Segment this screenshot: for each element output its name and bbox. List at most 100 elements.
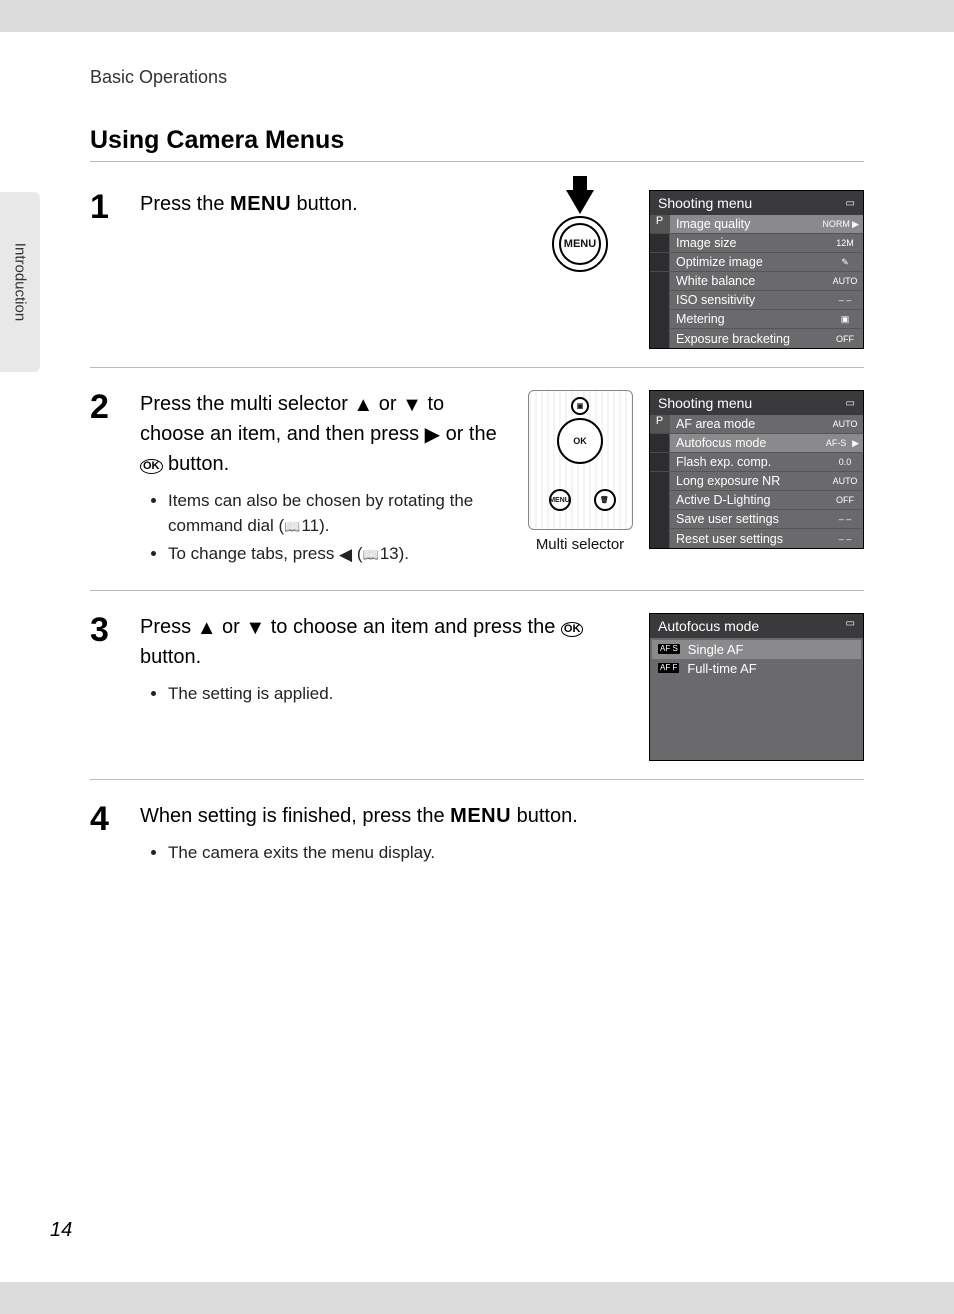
menu-button-illustration: MENU (525, 190, 635, 272)
multi-selector-icon: ▣ OK MENU 🗑 (528, 390, 633, 530)
step-2: 2 Press the multi selector ▲ or ▼ to cho… (90, 390, 864, 591)
menu-word: MENU (230, 193, 291, 215)
step-number: 1 (90, 190, 122, 224)
menu-row: AF area mode AUTO (670, 415, 863, 434)
menu-row-label: White balance (676, 274, 755, 288)
step-4-notes: The camera exits the menu display. (140, 841, 864, 866)
breadcrumb: Basic Operations (90, 67, 864, 88)
menu-tab-p: P (650, 415, 669, 434)
step-2-notes: Items can also be chosen by rotating the… (140, 489, 507, 568)
left-triangle-icon: ◀ (339, 543, 352, 568)
menu-items: AF area modeAUTOAutofocus modeAF-S▶Flash… (670, 415, 863, 548)
menu-row-value: NORM (822, 219, 850, 229)
menu-items: Image qualityNORM▶Image size12MOptimize … (670, 215, 863, 348)
side-tab-label: Introduction (12, 243, 29, 321)
menu-row-label: Optimize image (676, 255, 763, 269)
menu-row: Optimize image ✎ (670, 253, 863, 272)
step-3: 3 Press ▲ or ▼ to choose an item and pre… (90, 613, 864, 780)
shooting-menu-screenshot-1: Shooting menu ▭ P Image qualityNORM▶Imag… (649, 190, 864, 349)
shooting-menu-screenshot-2: Shooting menu ▭ P AF area mode AUTO Autofo… (649, 390, 864, 549)
step-number: 2 (90, 390, 122, 424)
step-body: Press the multi selector ▲ or ▼ to choos… (140, 390, 507, 572)
step-2-figures: ▣ OK MENU 🗑 Multi selector Shooting menu… (525, 390, 864, 553)
menu-row: Image size12M (670, 234, 863, 253)
menu-row: Flash exp. comp.0.0 (670, 453, 863, 472)
menu-row-value: AUTO (831, 419, 859, 429)
note-item: The camera exits the menu display. (168, 841, 864, 866)
menu-word: MENU (450, 805, 511, 827)
menu-row-value: AF-S (822, 438, 850, 448)
menu-row-label: Flash exp. comp. (676, 455, 771, 469)
menu-small-icon: MENU (549, 489, 571, 511)
menu-row-label: Image size (676, 236, 736, 250)
menu-row-value: – – (831, 514, 859, 524)
menu-row-value: OFF (831, 334, 859, 344)
menu-row-value: – – (831, 534, 859, 544)
menu-tabs: P (650, 215, 670, 348)
menu-row: Long exposure NRAUTO (670, 472, 863, 491)
menu-row: Reset user settings – – (670, 529, 863, 548)
ok-button-icon: OK (561, 622, 584, 637)
ok-button-icon: OK (140, 459, 163, 474)
step-3-figures: Autofocus mode ▭ AF SSingle AFAF FFull-t… (649, 613, 864, 761)
menu-row: ISO sensitivity – – (670, 291, 863, 310)
menu-row-value: OFF (831, 495, 859, 505)
menu-row-value: AUTO (831, 476, 859, 486)
menu-row: Autofocus modeAF-S▶ (670, 434, 863, 453)
menu-row: Metering▣ (670, 310, 863, 329)
menu-row-value: – – (831, 295, 859, 305)
battery-icon: ▭ (846, 398, 855, 409)
multi-selector-caption: Multi selector (525, 536, 635, 553)
menu-row-label: Image quality (676, 217, 750, 231)
menu-row-label: Exposure bracketing (676, 332, 790, 346)
book-ref-icon (284, 516, 301, 535)
step-3-notes: The setting is applied. (140, 682, 631, 707)
note-item: To change tabs, press ◀ (13). (168, 542, 507, 568)
right-arrow-icon: ▶ (850, 219, 859, 230)
menu-title: Shooting menu ▭ (650, 191, 863, 215)
battery-icon: ▭ (846, 198, 855, 209)
display-button-icon: ▣ (571, 397, 589, 415)
menu-row-value: ✎ (831, 257, 859, 268)
up-triangle-icon: ▲ (197, 614, 217, 643)
menu-title: Shooting menu ▭ (650, 391, 863, 415)
step-3-text: Press ▲ or ▼ to choose an item and press… (140, 613, 631, 672)
menu-row-label: Reset user settings (676, 532, 783, 546)
menu-row-label: Single AF (688, 642, 744, 657)
menu-row-label: ISO sensitivity (676, 293, 755, 307)
menu-row: AF FFull-time AF (652, 659, 861, 678)
step-1-figures: MENU Shooting menu ▭ P Image quality NORM… (525, 190, 864, 349)
step-4: 4 When setting is finished, press the ME… (90, 802, 864, 888)
af-mode-icon: AF F (658, 663, 679, 673)
battery-icon: ▭ (846, 618, 855, 634)
menu-row: White balanceAUTO (670, 272, 863, 291)
down-triangle-icon: ▼ (245, 614, 265, 643)
menu-title: Autofocus mode ▭ (650, 614, 863, 638)
arrow-down-icon (566, 190, 594, 214)
down-triangle-icon: ▼ (402, 391, 422, 420)
autofocus-mode-screenshot: Autofocus mode ▭ AF SSingle AFAF FFull-t… (649, 613, 864, 761)
menu-row-label: AF area mode (676, 417, 755, 431)
menu-row: AF SSingle AF (652, 640, 861, 659)
note-item: The setting is applied. (168, 682, 631, 707)
side-tab-introduction: Introduction (0, 192, 40, 372)
menu-row: Exposure bracketing OFF (670, 329, 863, 348)
step-1: 1 Press the MENU button. MENU Shooting m… (90, 190, 864, 368)
menu-row-label: Autofocus mode (676, 436, 766, 450)
menu-tabs: P (650, 415, 670, 548)
step-number: 4 (90, 802, 122, 836)
menu-row: Save user settings – – (670, 510, 863, 529)
menu-row-label: Active D-Lighting (676, 493, 771, 507)
step-1-text: Press the MENU button. (140, 190, 507, 219)
note-item: Items can also be chosen by rotating the… (168, 489, 507, 538)
step-2-text: Press the multi selector ▲ or ▼ to choos… (140, 390, 507, 479)
menu-row: Image quality NORM▶ (670, 215, 863, 234)
ok-center-icon: OK (557, 418, 603, 464)
step-body: When setting is finished, press the MENU… (140, 802, 864, 870)
page-number: 14 (50, 1219, 72, 1242)
menu-row-label: Save user settings (676, 512, 779, 526)
menu-row-value: ▣ (831, 314, 859, 325)
step-number: 3 (90, 613, 122, 647)
manual-page: Introduction Basic Operations Using Came… (0, 32, 954, 1282)
menu-items: AF SSingle AFAF FFull-time AF (650, 638, 863, 760)
